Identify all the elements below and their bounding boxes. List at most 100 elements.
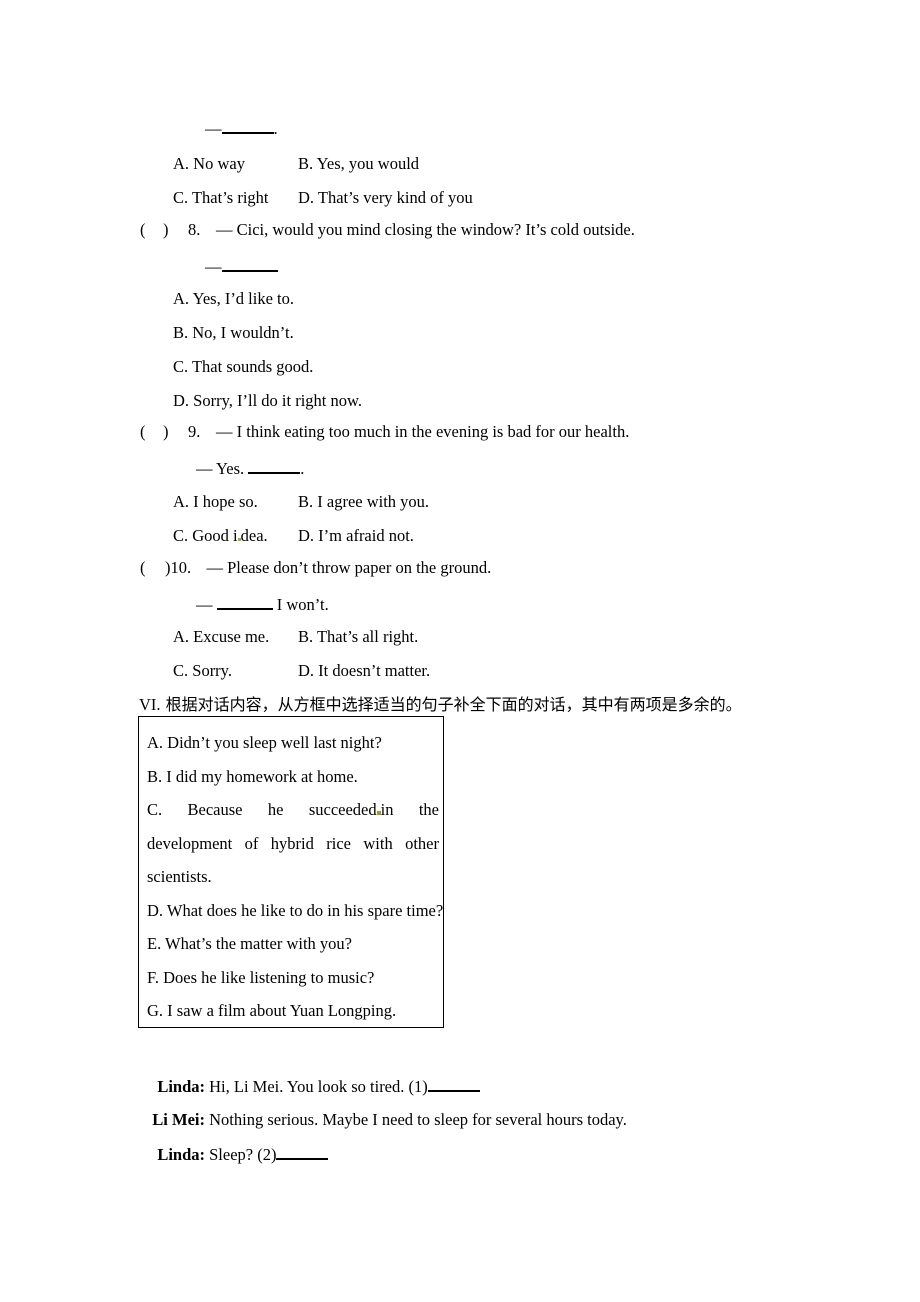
- q8-option-c[interactable]: C. That sounds good.: [173, 357, 313, 377]
- option-label: I’m afraid not.: [318, 526, 414, 545]
- q8-paren-open: (: [140, 220, 146, 239]
- section-roman-numeral: VI.: [139, 695, 161, 714]
- dialogue-blank-1[interactable]: [427, 1076, 480, 1093]
- option-key: A.: [173, 289, 190, 308]
- worksheet-page: —. A. No way B. Yes, you would C. That’s…: [0, 0, 920, 1302]
- option-label: No way: [193, 154, 245, 173]
- speaker-name: Linda:: [157, 1077, 205, 1097]
- bank-option-c-text-tail: in the: [380, 800, 439, 819]
- answer-suffix: I won’t.: [276, 595, 329, 615]
- q9-stem-row: () 9. — I think eating too much in the eve…: [140, 422, 630, 441]
- q7-answer-line: —.: [205, 118, 278, 138]
- q9-paren-close: ): [163, 422, 169, 441]
- option-key: D.: [298, 188, 315, 207]
- q8-option-d[interactable]: D. Sorry, I’ll do it right now.: [173, 391, 362, 411]
- bank-option-c-line3[interactable]: scientists.: [147, 860, 437, 894]
- q10-number: 10.: [170, 558, 192, 577]
- option-label: I hope so.: [193, 492, 258, 511]
- answer-blank[interactable]: [248, 458, 301, 475]
- q10-option-b[interactable]: B. That’s all right.: [298, 627, 418, 647]
- option-key: B.: [173, 323, 189, 342]
- q9-option-d[interactable]: D. I’m afraid not.: [298, 526, 414, 546]
- bank-option-c-text: C. Because he succeeded: [147, 800, 377, 819]
- q7-option-d[interactable]: D. That’s very kind of you: [298, 188, 473, 208]
- q8-answer-line: —: [205, 256, 278, 276]
- option-label: That’s very kind of you: [317, 188, 473, 207]
- q7-option-c[interactable]: C. That’s right: [173, 188, 269, 208]
- option-label: Yes, you would: [316, 154, 420, 173]
- q8-option-b[interactable]: B. No, I wouldn’t.: [173, 323, 294, 343]
- q9-stem-text: — I think eating too much in the evening…: [216, 422, 630, 441]
- q9-number: 9.: [188, 422, 201, 441]
- option-label: That sounds good.: [191, 357, 314, 376]
- q8-number: 8.: [188, 220, 201, 239]
- speaker-name: Li Mei:: [152, 1110, 205, 1129]
- option-key: D.: [298, 661, 315, 680]
- bank-option-a[interactable]: A. Didn’t you sleep well last night?: [147, 726, 437, 760]
- bank-option-g[interactable]: G. I saw a film about Yuan Longping.: [147, 994, 437, 1028]
- dialogue-line-2: Li Mei: Nothing serious. Maybe I need to…: [139, 1110, 627, 1130]
- option-key: A.: [173, 492, 190, 511]
- period-glyph: .: [273, 119, 278, 139]
- option-label: Sorry.: [192, 661, 232, 680]
- q9-answer-line: — Yes. .: [196, 458, 304, 478]
- q8-paren-close: ): [163, 220, 169, 239]
- answer-blank[interactable]: [216, 594, 273, 611]
- option-key: D.: [298, 526, 315, 545]
- dash-glyph: —: [196, 595, 213, 615]
- q10-stem-text: — Please don’t throw paper on the ground…: [206, 558, 492, 577]
- option-key: D.: [173, 391, 190, 410]
- q10-option-c[interactable]: C. Sorry.: [173, 661, 232, 681]
- q9-option-c[interactable]: C. Good i dea.: [173, 526, 268, 546]
- dialogue-line-3: Linda: Sleep? (2): [139, 1144, 329, 1165]
- option-key: A.: [173, 154, 190, 173]
- option-key: C.: [173, 661, 189, 680]
- option-label: Yes, I’d like to.: [192, 289, 295, 308]
- option-label-tail: dea.: [240, 526, 268, 545]
- option-label: That’s all right.: [316, 627, 419, 646]
- option-label: Excuse me.: [193, 627, 270, 646]
- option-label: It doesn’t matter.: [318, 661, 431, 680]
- q9-paren-open: (: [140, 422, 146, 441]
- option-key: B.: [298, 492, 314, 511]
- q9-option-a[interactable]: A. I hope so.: [173, 492, 258, 512]
- bank-option-b[interactable]: B. I did my homework at home.: [147, 760, 437, 794]
- option-key: B.: [298, 154, 314, 173]
- bank-option-c-line1[interactable]: C. Because he succeeded in the: [147, 793, 439, 827]
- q7-option-a[interactable]: A. No way: [173, 154, 245, 174]
- q8-stem-text: — Cici, would you mind closing the windo…: [216, 220, 635, 239]
- q8-option-a[interactable]: A. Yes, I’d like to.: [173, 289, 294, 309]
- dash-glyph: —: [205, 257, 222, 277]
- dash-glyph: —: [205, 119, 222, 139]
- q9-option-b[interactable]: B. I agree with you.: [298, 492, 429, 512]
- section-6-heading: VI. 根据对话内容，从方框中选择适当的句子补全下面的对话，其中有两项是多余的。: [139, 691, 742, 715]
- period-glyph: .: [300, 459, 305, 479]
- dialogue-text: Nothing serious. Maybe I need to sleep f…: [209, 1110, 627, 1129]
- q10-option-a[interactable]: A. Excuse me.: [173, 627, 269, 647]
- option-label: Good i: [192, 526, 238, 545]
- dialogue-line-1: Linda: Hi, Li Mei. You look so tired. (1…: [139, 1076, 480, 1097]
- q10-answer-line: — I won’t.: [196, 594, 329, 614]
- option-key: C.: [173, 526, 189, 545]
- option-key: A.: [173, 627, 190, 646]
- option-key: C.: [173, 188, 189, 207]
- answer-blank[interactable]: [221, 118, 274, 135]
- answer-blank[interactable]: [221, 256, 278, 273]
- option-bank-box: A. Didn’t you sleep well last night? B. …: [138, 716, 444, 1028]
- q10-paren-open: (: [140, 558, 146, 577]
- option-label: No, I wouldn’t.: [192, 323, 294, 342]
- bank-option-c-line2[interactable]: development of hybrid rice with other: [147, 827, 439, 861]
- dialogue-blank-2[interactable]: [276, 1144, 329, 1161]
- q10-option-d[interactable]: D. It doesn’t matter.: [298, 661, 430, 681]
- bank-option-d[interactable]: D. What does he like to do in his spare …: [147, 894, 443, 928]
- dialogue-text: Sleep? (2): [209, 1145, 277, 1165]
- speaker-name: Linda:: [157, 1145, 205, 1165]
- option-label: I agree with you.: [317, 492, 430, 511]
- bank-option-e[interactable]: E. What’s the matter with you?: [147, 927, 437, 961]
- bank-option-f[interactable]: F. Does he like listening to music?: [147, 961, 437, 995]
- section-instruction-text: 根据对话内容，从方框中选择适当的句子补全下面的对话，其中有两项是多余的。: [165, 695, 742, 714]
- option-label: Sorry, I’ll do it right now.: [193, 391, 362, 410]
- option-key: C.: [173, 357, 189, 376]
- q7-option-b[interactable]: B. Yes, you would: [298, 154, 419, 174]
- dialogue-text: Hi, Li Mei. You look so tired. (1): [209, 1077, 428, 1097]
